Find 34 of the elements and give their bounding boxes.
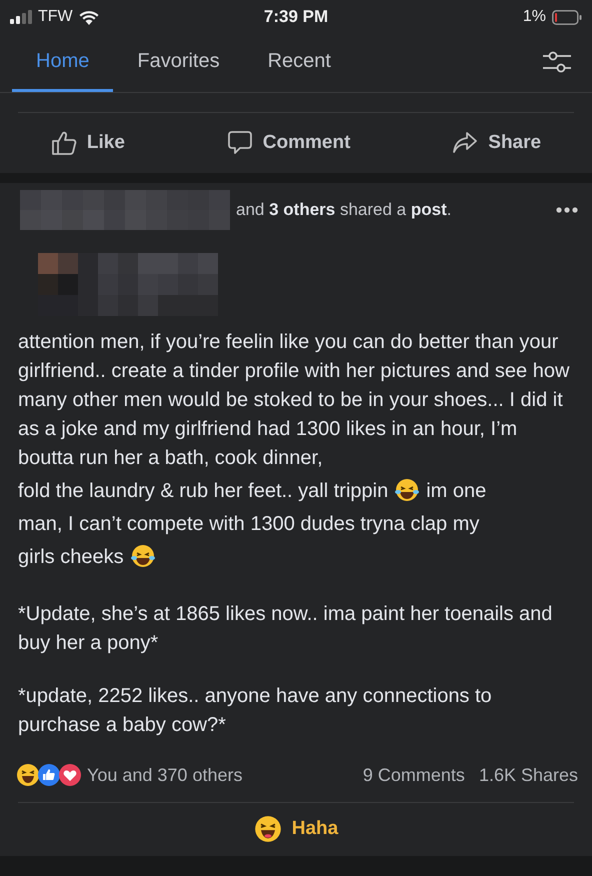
- thumbs-up-icon: [50, 130, 77, 156]
- post-text: girls cheeks: [18, 546, 124, 568]
- speech-bubble-icon: [226, 130, 253, 156]
- feed-tab[interactable]: Home: [12, 34, 114, 92]
- post-action-button[interactable]: Share: [442, 124, 552, 162]
- battery-percent: 1%: [522, 8, 546, 26]
- laughing-emoji-icon: [130, 543, 156, 569]
- battery-icon: [552, 10, 582, 24]
- haha-reaction-button[interactable]: Haha: [244, 811, 348, 847]
- share-count[interactable]: 1.6K Shares: [478, 764, 578, 786]
- post-text: man, I can’t compete with 1300 dudes tryna clap my: [18, 513, 480, 535]
- signal-icon: [10, 10, 32, 24]
- laughing-reaction-icon: [16, 763, 40, 787]
- post-text: im one: [426, 480, 486, 502]
- feed-tab[interactable]: Favorites: [113, 34, 244, 92]
- post-text: *update, 2252 likes.. anyone have any connections to purchase a baby cow?*: [18, 685, 492, 736]
- status-time: 7:39 PM: [264, 7, 328, 27]
- shared-post-text: and 3 others shared a post.: [236, 200, 452, 220]
- post-action-button[interactable]: Comment: [216, 124, 360, 162]
- reaction-summary[interactable]: You and 370 others: [87, 764, 242, 786]
- share-arrow-icon: [452, 130, 478, 156]
- laughing-emoji-icon: [394, 477, 420, 503]
- feed-tab[interactable]: Recent: [244, 34, 355, 92]
- post-action-button[interactable]: Like: [40, 124, 135, 162]
- carrier-name: TFW: [38, 8, 73, 26]
- heart-reaction-icon: [58, 763, 82, 787]
- wifi-icon: [78, 10, 99, 24]
- more-options-icon[interactable]: [556, 207, 578, 213]
- laughing-emoji-icon: [254, 815, 282, 843]
- like-reaction-icon: [37, 763, 61, 787]
- filter-settings-icon[interactable]: [542, 50, 572, 74]
- post-text: *Update, she’s at 1865 likes now.. ima paint her toenails and buy her a pony*: [18, 603, 552, 654]
- post-text: fold the laundry & rub her feet.. yall trippin: [18, 480, 388, 502]
- comment-count[interactable]: 9 Comments: [362, 764, 465, 786]
